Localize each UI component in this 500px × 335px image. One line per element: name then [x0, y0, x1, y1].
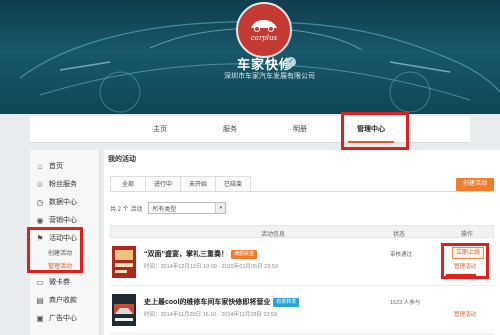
manage-activity-link[interactable]: 管理活动: [454, 310, 476, 318]
activity-status: 审核通过: [390, 252, 413, 258]
company-name: 深圳市车家汽车发展有限公司: [224, 73, 315, 80]
activity-tag: 满额就送: [231, 250, 258, 259]
nav-album[interactable]: 明册: [280, 116, 320, 143]
activity-time: 时间：2014年11月20日 16:10 - 2014年11月28日 23:59: [144, 312, 278, 318]
data-icon: ◷: [36, 198, 44, 207]
page-title: 我的活动: [108, 156, 136, 163]
activity-title-text: “双面”盛宴，掌礼三重奏！: [144, 251, 228, 258]
nav-services[interactable]: 服务: [210, 116, 250, 143]
header-operation: 操作: [461, 232, 474, 238]
shop-banner: carplus 车家快修 ✓ 深圳市车家汽车发展有限公司: [0, 0, 500, 114]
marketing-icon: ◉: [36, 216, 44, 225]
activity-thumbnail: [112, 246, 136, 278]
create-activity-button[interactable]: 创建活动: [456, 178, 494, 191]
shop-logo: carplus: [236, 2, 292, 58]
activity-tabs: 全部 进行中 未开始 已结束: [110, 176, 251, 192]
sidebar-item-home[interactable]: ⌂ 首页: [30, 158, 100, 176]
activity-time: 时间：2014年12月12日 10:00 - 2015年01月05日 23:59: [144, 264, 278, 270]
sidebar-item-ads[interactable]: ▣ 广告中心: [30, 310, 100, 328]
header-status: 状态: [393, 232, 406, 238]
table-header: 活动信息 状态 操作: [110, 225, 494, 238]
activity-count: 共 2 个 活动: [110, 206, 143, 213]
sidebar-item-data[interactable]: ◷ 数据中心: [30, 194, 100, 212]
activity-tag: 有奖转发: [273, 298, 300, 307]
tab-all[interactable]: 全部: [110, 176, 146, 192]
sidebar-item-label: 首页: [49, 163, 63, 170]
activity-participants: 1523 人参与: [390, 300, 421, 306]
sidebar-item-label: 数据中心: [49, 199, 77, 206]
sidebar-item-label: 商户收款: [49, 297, 77, 304]
tab-upcoming[interactable]: 未开始: [180, 176, 216, 192]
verified-icon: ✓: [286, 57, 296, 67]
activity-thumbnail: [112, 294, 136, 326]
activity-title-text: 史上最cool的维修车间车家快修即将营业: [144, 299, 271, 306]
tab-ended[interactable]: 已结束: [215, 176, 251, 192]
chevron-down-icon: ▾: [215, 203, 226, 213]
sidebar-item-fans[interactable]: ☺ 粉丝服务: [30, 176, 100, 194]
nav-home[interactable]: 主页: [140, 116, 180, 143]
card-icon: ▭: [36, 278, 44, 287]
tab-divider: [110, 191, 494, 192]
activity-title[interactable]: 史上最cool的维修车间车家快修即将营业 有奖转发: [144, 297, 300, 307]
car-logo-icon: [251, 20, 277, 32]
sidebar-item-payments[interactable]: ▤ 商户收款: [30, 292, 100, 310]
sidebar-item-label: 粉丝服务: [49, 181, 77, 188]
highlight-underline: [446, 274, 476, 276]
home-icon: ⌂: [37, 162, 43, 171]
logo-text: carplus: [250, 34, 278, 42]
tab-ongoing[interactable]: 进行中: [145, 176, 181, 192]
highlight-box-nav: [341, 112, 409, 150]
shop-icon: ▤: [36, 296, 44, 305]
filter-row: 共 2 个 活动 所有类型 ▾: [110, 202, 227, 214]
type-filter-select[interactable]: 所有类型 ▾: [148, 202, 227, 214]
sidebar-item-label: 广告中心: [49, 315, 77, 322]
table-row: 史上最cool的维修车间车家快修即将营业 有奖转发 时间：2014年11月20日 …: [110, 288, 494, 334]
header-activity-info: 活动信息: [261, 232, 286, 238]
activity-title[interactable]: “双面”盛宴，掌礼三重奏！ 满额就送: [144, 249, 258, 259]
ad-icon: ▣: [36, 314, 44, 323]
type-filter-value: 所有类型: [152, 206, 177, 213]
highlight-box-sidebar: [27, 227, 83, 273]
fans-icon: ☺: [35, 180, 45, 189]
table-row: “双面”盛宴，掌礼三重奏！ 满额就送 时间：2014年12月12日 10:00 -…: [110, 240, 494, 286]
sidebar-item-card[interactable]: ▭ 微卡券: [30, 274, 100, 292]
sidebar-item-label: 微卡券: [49, 279, 70, 286]
